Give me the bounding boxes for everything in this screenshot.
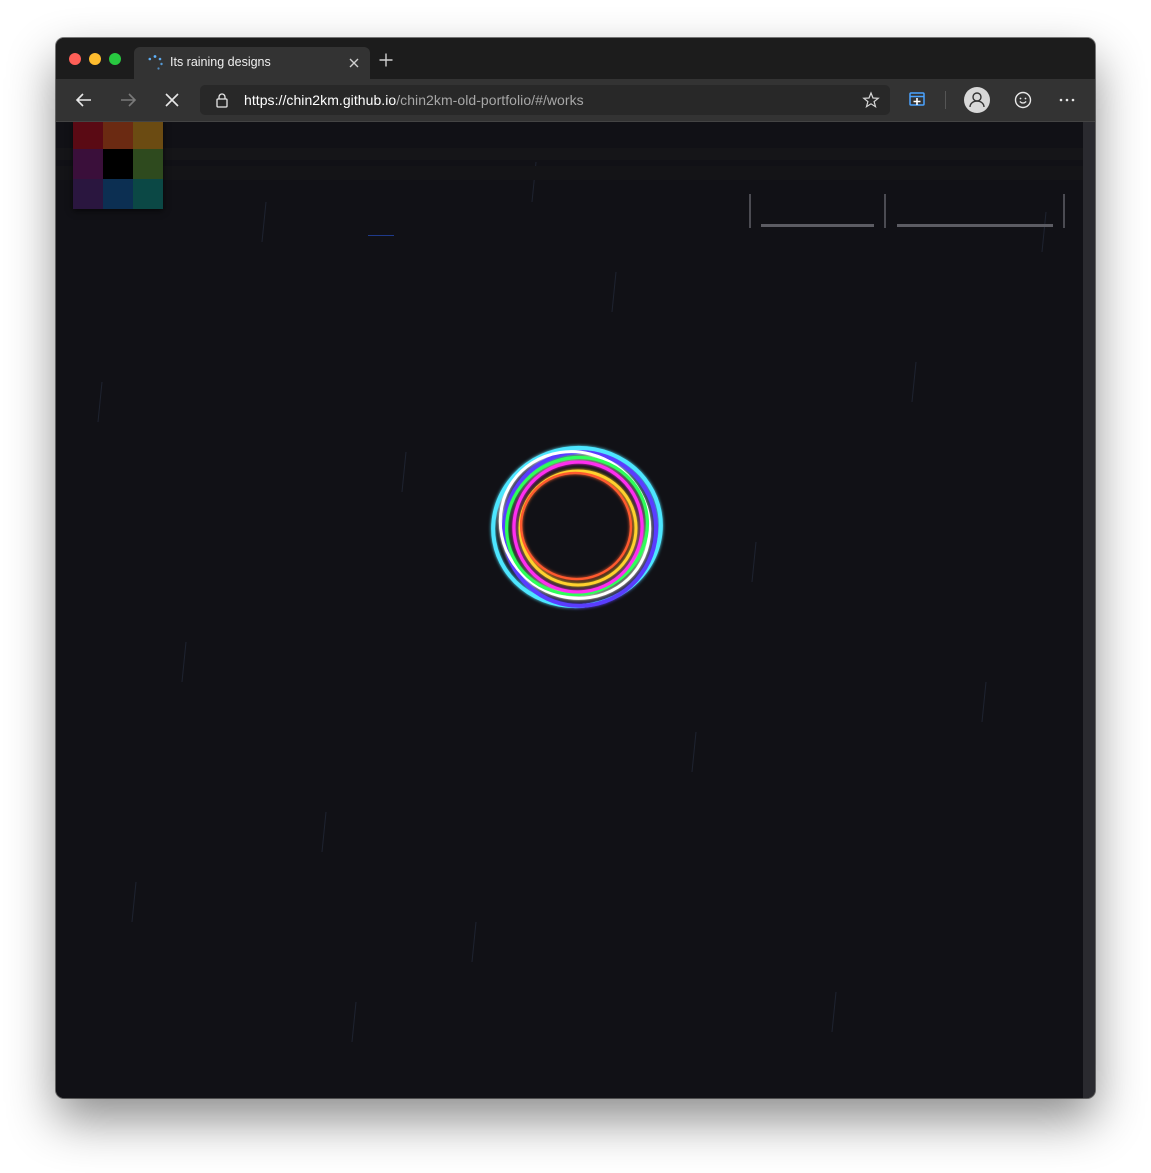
link-underline xyxy=(368,235,394,236)
nav-divider xyxy=(1063,194,1065,228)
nav-divider xyxy=(749,194,751,228)
person-icon xyxy=(969,92,985,108)
title-bar: Its raining designs xyxy=(56,38,1095,79)
ellipsis-icon[interactable] xyxy=(1057,90,1077,110)
nav-item[interactable] xyxy=(761,224,874,227)
smiley-icon[interactable] xyxy=(1013,90,1033,110)
color-swatch[interactable] xyxy=(73,149,103,179)
close-window-button[interactable] xyxy=(69,53,81,65)
nav-menu xyxy=(749,194,1067,230)
lock-icon[interactable] xyxy=(214,92,230,108)
tab-title: Its raining designs xyxy=(170,55,271,69)
browser-window: Its raining designs https://chin2km.gith… xyxy=(56,38,1095,1098)
color-swatch[interactable] xyxy=(103,149,133,179)
url-text: https://chin2km.github.io/chin2km-old-po… xyxy=(244,92,584,108)
address-bar[interactable]: https://chin2km.github.io/chin2km-old-po… xyxy=(200,85,890,115)
nav-item[interactable] xyxy=(897,224,1053,227)
color-swatch[interactable] xyxy=(103,122,133,149)
url-scheme: https:// xyxy=(244,92,287,108)
collections-icon[interactable] xyxy=(907,90,927,110)
star-icon[interactable] xyxy=(862,91,880,109)
color-palette xyxy=(73,122,163,209)
loading-rings-icon xyxy=(491,445,663,609)
plus-icon[interactable] xyxy=(378,52,394,68)
color-swatch[interactable] xyxy=(103,179,133,209)
page-viewport xyxy=(56,122,1083,1098)
color-swatch[interactable] xyxy=(133,122,163,149)
close-icon[interactable] xyxy=(347,56,361,70)
toolbar-separator xyxy=(945,91,946,109)
header-strip-lower xyxy=(56,166,1083,180)
active-tab[interactable]: Its raining designs xyxy=(134,47,370,79)
color-swatch[interactable] xyxy=(133,149,163,179)
browser-toolbar: https://chin2km.github.io/chin2km-old-po… xyxy=(56,79,1095,122)
arrow-left-icon[interactable] xyxy=(74,90,94,110)
color-swatch[interactable] xyxy=(73,179,103,209)
url-path: /chin2km-old-portfolio/#/works xyxy=(396,92,584,108)
minimize-window-button[interactable] xyxy=(89,53,101,65)
color-swatch[interactable] xyxy=(133,179,163,209)
loading-spinner-icon xyxy=(148,55,163,70)
header-strip xyxy=(56,148,1083,160)
profile-button[interactable] xyxy=(964,87,990,113)
scrollbar[interactable] xyxy=(1083,122,1095,1098)
url-host: chin2km.github.io xyxy=(286,92,397,108)
nav-divider xyxy=(884,194,886,228)
maximize-window-button[interactable] xyxy=(109,53,121,65)
arrow-right-icon[interactable] xyxy=(118,90,138,110)
color-swatch[interactable] xyxy=(73,122,103,149)
stop-x-icon[interactable] xyxy=(162,90,182,110)
